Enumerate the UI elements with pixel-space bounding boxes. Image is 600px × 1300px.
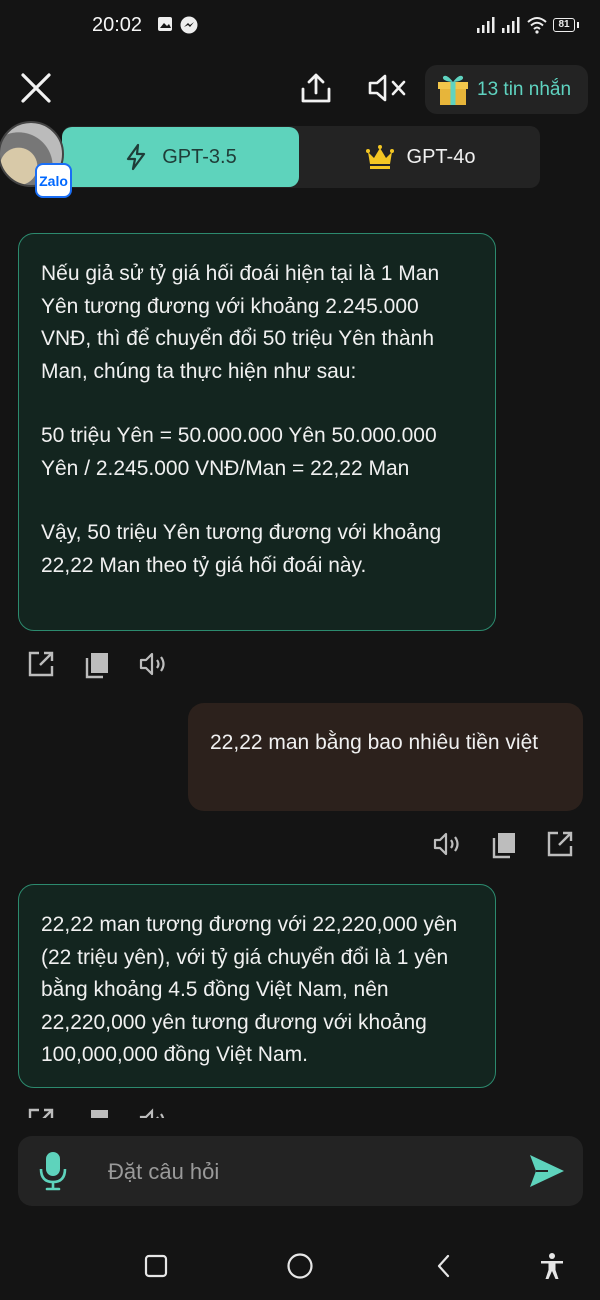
speaker-icon[interactable] [138,1106,168,1118]
open-external-icon[interactable] [26,649,56,679]
bot-message: Nếu giả sử tỷ giá hối đoái hiện tại là 1… [18,233,496,631]
signal-icon [502,17,520,33]
mute-button[interactable] [364,66,410,110]
messages-left-button[interactable]: 13 tin nhắn [425,65,588,114]
message-actions-clipped [0,1106,600,1118]
zalo-badge: Zalo [35,163,72,198]
gift-icon [438,75,468,105]
copy-icon[interactable] [83,1106,113,1118]
send-icon[interactable] [528,1153,566,1189]
home-icon[interactable] [286,1252,314,1280]
back-icon[interactable] [434,1254,454,1278]
bot-message: 22,22 man tương đương với 22,220,000 yên… [18,884,496,1088]
share-button[interactable] [294,66,338,110]
user-message: 22,22 man bằng bao nhiêu tiền việt [188,703,583,811]
wifi-icon [527,17,547,34]
status-time: 20:02 [92,14,143,36]
microphone-icon[interactable] [38,1150,68,1192]
recents-icon[interactable] [144,1254,168,1278]
composer [18,1136,583,1208]
message-paragraph: 50 triệu Yên = 50.000.000 Yên 50.000.000… [41,424,437,480]
share-icon [301,73,331,103]
open-external-icon[interactable] [545,829,575,859]
messenger-icon [180,16,198,34]
copy-icon[interactable] [83,649,113,679]
lightning-icon [127,143,146,171]
speaker-icon[interactable] [138,649,168,679]
tab-gpt-4o[interactable]: GPT-4o [300,127,540,187]
close-icon [21,73,51,103]
battery-icon: 81 [553,18,579,32]
accessibility-icon[interactable] [538,1252,566,1280]
open-external-icon[interactable] [26,1106,56,1118]
close-button[interactable] [14,66,58,110]
volume-mute-icon [368,74,406,102]
message-paragraph: 22,22 man tương đương với 22,220,000 yên… [41,913,458,1066]
gallery-icon [158,17,172,31]
question-input[interactable] [106,1136,510,1208]
messages-left-label: 13 tin nhắn [477,78,572,100]
message-paragraph: Nếu giả sử tỷ giá hối đoái hiện tại là 1… [41,262,440,383]
copy-icon[interactable] [490,829,520,859]
tab-gpt-3-5[interactable]: GPT-3.5 [62,127,299,187]
signal-icon [477,17,495,33]
speaker-icon[interactable] [432,829,462,859]
crown-icon [365,145,394,169]
tab-label: GPT-4o [406,145,476,168]
tab-label: GPT-3.5 [162,145,237,168]
message-paragraph: Vậy, 50 triệu Yên tương đương với khoảng… [41,521,442,577]
